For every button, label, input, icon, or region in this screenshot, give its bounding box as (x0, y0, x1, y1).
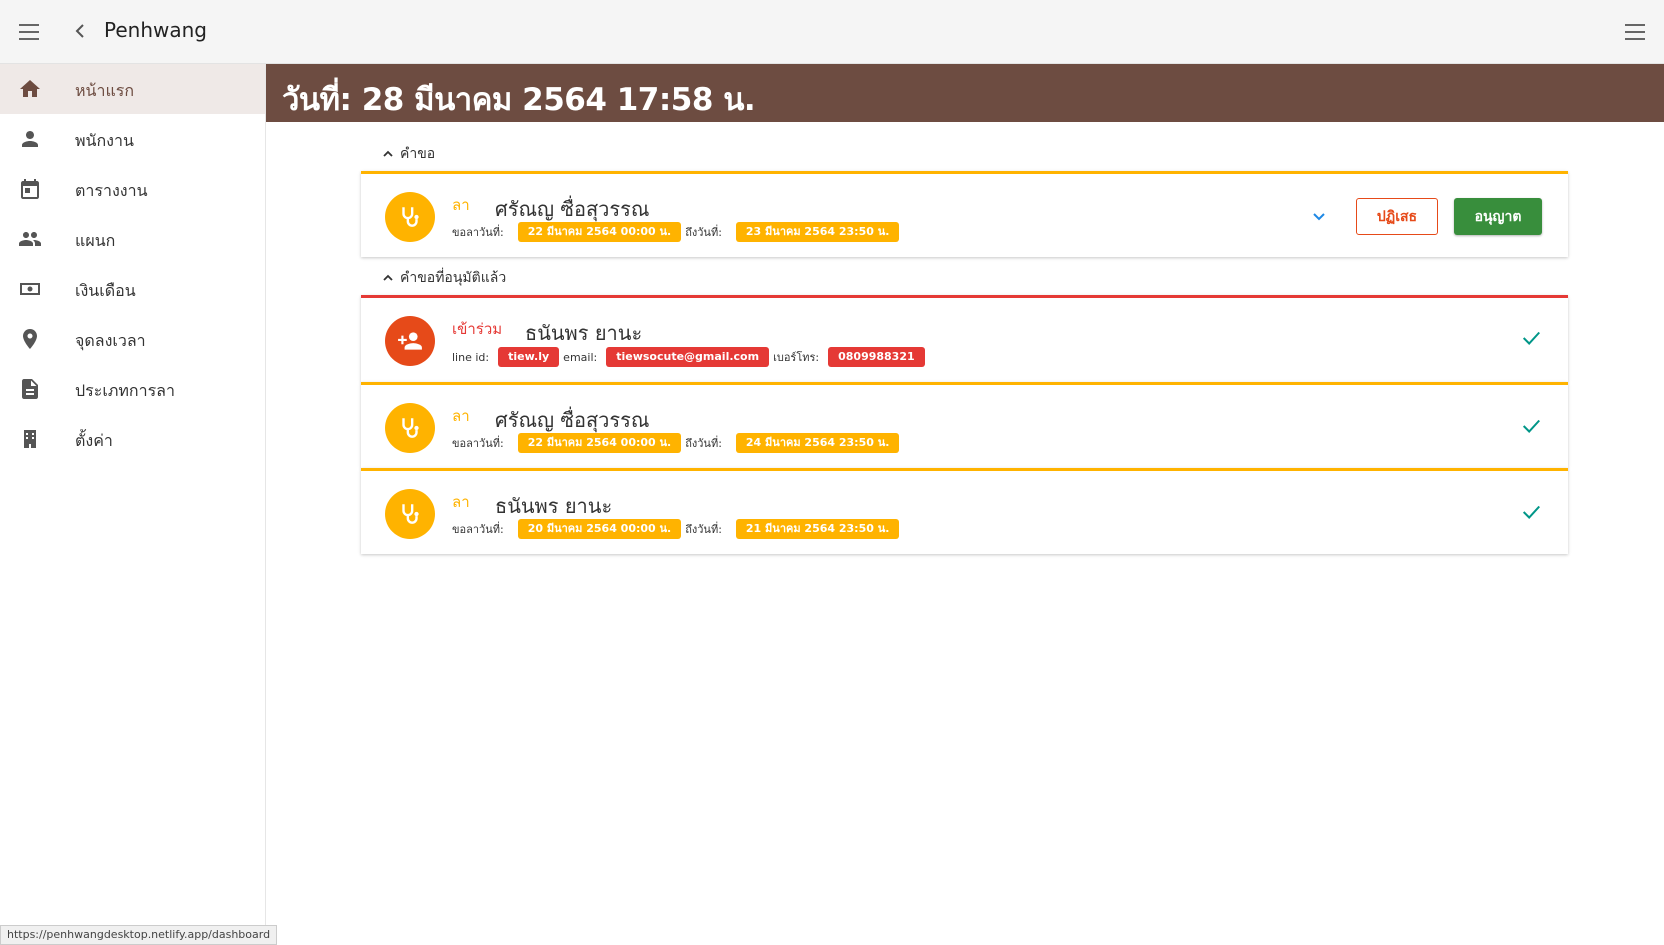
join-type: เข้าร่วม (452, 320, 503, 338)
sidebar-item-home[interactable]: หน้าแรก (0, 64, 265, 114)
phone-chip: 0809988321 (828, 347, 925, 367)
from-date-chip: 20 มีนาคม 2564 00:00 น. (517, 519, 682, 539)
from-label: ขอลาวันที่: (452, 523, 504, 536)
banner-title: วันที่: 28 มีนาคม 2564 17:58 น. (282, 82, 756, 118)
status-url: https://penhwangdesktop.netlify.app/dash… (0, 925, 278, 945)
requests-heading: คำขอ (400, 146, 436, 162)
more-menu-icon[interactable] (1620, 17, 1650, 47)
to-label: ถึงวันที่: (685, 226, 722, 239)
chevron-down-icon[interactable] (1309, 206, 1329, 226)
sidebar-item-label: พนักงาน (75, 131, 134, 150)
sidebar-item-employees[interactable]: พนักงาน (0, 114, 265, 164)
back-arrow-icon[interactable] (68, 16, 92, 46)
leave-type: ลา (452, 493, 470, 511)
approved-join-card: เข้าร่วม ธนันพร ยานะ line id: tiew.ly em… (361, 295, 1568, 382)
building-icon (24, 430, 36, 448)
sidebar-item-checkpoints[interactable]: จุดลงเวลา (0, 314, 265, 364)
sidebar: หน้าแรก พนักงาน ตารางงาน แผนก เงินเดือน … (0, 64, 266, 945)
request-card: ลา ศรัณญ ซื่อสุวรรณ ขอลาวันที่: 22 มีนาค… (361, 171, 1568, 257)
leave-name: ศรัณญ ซื่อสุวรรณ (495, 408, 650, 432)
leave-name: ธนันพร ยานะ (495, 494, 613, 518)
location-pin-icon (23, 329, 37, 349)
reject-button[interactable]: ปฏิเสธ (1356, 198, 1438, 235)
sidebar-item-label: แผนก (75, 231, 116, 250)
sidebar-item-label: ตารางงาน (75, 181, 148, 200)
app-title: Penhwang (104, 18, 207, 42)
phone-label: เบอร์โทร: (773, 351, 820, 364)
document-icon (22, 379, 38, 399)
check-icon[interactable] (1520, 415, 1542, 437)
stethoscope-icon (385, 192, 435, 242)
email-label: email: (563, 350, 598, 364)
sidebar-item-label: ตั้งค่า (75, 431, 113, 450)
to-date-chip: 21 มีนาคม 2564 23:50 น. (735, 519, 900, 539)
request-type: ลา (452, 196, 470, 214)
sidebar-item-schedule[interactable]: ตารางงาน (0, 164, 265, 214)
sidebar-item-settings[interactable]: ตั้งค่า (0, 414, 265, 464)
person-add-icon (385, 316, 435, 366)
stethoscope-icon (385, 403, 435, 453)
sidebar-item-label: จุดลงเวลา (75, 331, 146, 350)
leave-dates: ขอลาวันที่: 20 มีนาคม 2564 00:00 น. ถึงว… (452, 519, 900, 539)
to-label: ถึงวันที่: (685, 523, 722, 536)
to-date-chip: 24 มีนาคม 2564 23:50 น. (735, 433, 900, 453)
approved-leave-card: ลา ศรัณญ ซื่อสุวรรณ ขอลาวันที่: 22 มีนาค… (361, 382, 1568, 468)
request-dates: ขอลาวันที่: 22 มีนาคม 2564 00:00 น. ถึงว… (452, 222, 900, 242)
line-label: line id: (452, 350, 490, 364)
check-icon[interactable] (1520, 501, 1542, 523)
leave-dates: ขอลาวันที่: 22 มีนาคม 2564 00:00 น. ถึงว… (452, 433, 900, 453)
sidebar-item-departments[interactable]: แผนก (0, 214, 265, 264)
check-icon[interactable] (1520, 327, 1542, 349)
from-label: ขอลาวันที่: (452, 226, 504, 239)
calendar-icon (21, 179, 39, 199)
approved-leave-card: ลา ธนันพร ยานะ ขอลาวันที่: 20 มีนาคม 256… (361, 468, 1568, 554)
sidebar-item-label: เงินเดือน (75, 281, 136, 300)
sidebar-item-salary[interactable]: เงินเดือน (0, 264, 265, 314)
chevron-up-icon (383, 274, 393, 281)
from-date-chip: 22 มีนาคม 2564 00:00 น. (517, 433, 682, 453)
chevron-up-icon (383, 150, 393, 157)
approved-section-toggle[interactable]: คำขอที่อนุมัติแล้ว (382, 267, 506, 289)
sidebar-item-leave-types[interactable]: ประเภทการลา (0, 364, 265, 414)
app-bar: Penhwang (0, 0, 1664, 64)
request-name: ศรัณญ ซื่อสุวรรณ (495, 197, 650, 221)
join-name: ธนันพร ยานะ (525, 321, 643, 345)
line-id-chip: tiew.ly (498, 347, 560, 367)
person-icon (22, 131, 38, 147)
stethoscope-icon (385, 489, 435, 539)
leave-type: ลา (452, 407, 470, 425)
group-icon (19, 232, 41, 246)
from-date-chip: 22 มีนาคม 2564 00:00 น. (517, 222, 682, 242)
date-banner: วันที่: 28 มีนาคม 2564 17:58 น. (266, 64, 1664, 122)
approve-button[interactable]: อนุญาต (1454, 198, 1542, 235)
sidebar-item-label: หน้าแรก (75, 81, 135, 100)
approved-heading: คำขอที่อนุมัติแล้ว (400, 270, 507, 286)
join-contact: line id: tiew.ly email: tiewsocute@gmail… (452, 347, 925, 367)
home-icon (20, 80, 40, 97)
money-icon (20, 283, 40, 295)
menu-icon[interactable] (14, 17, 44, 47)
requests-section-toggle[interactable]: คำขอ (382, 143, 435, 165)
sidebar-item-label: ประเภทการลา (75, 381, 175, 400)
to-label: ถึงวันที่: (685, 437, 722, 450)
to-date-chip: 23 มีนาคม 2564 23:50 น. (735, 222, 900, 242)
from-label: ขอลาวันที่: (452, 437, 504, 450)
email-chip: tiewsocute@gmail.com (606, 347, 770, 367)
